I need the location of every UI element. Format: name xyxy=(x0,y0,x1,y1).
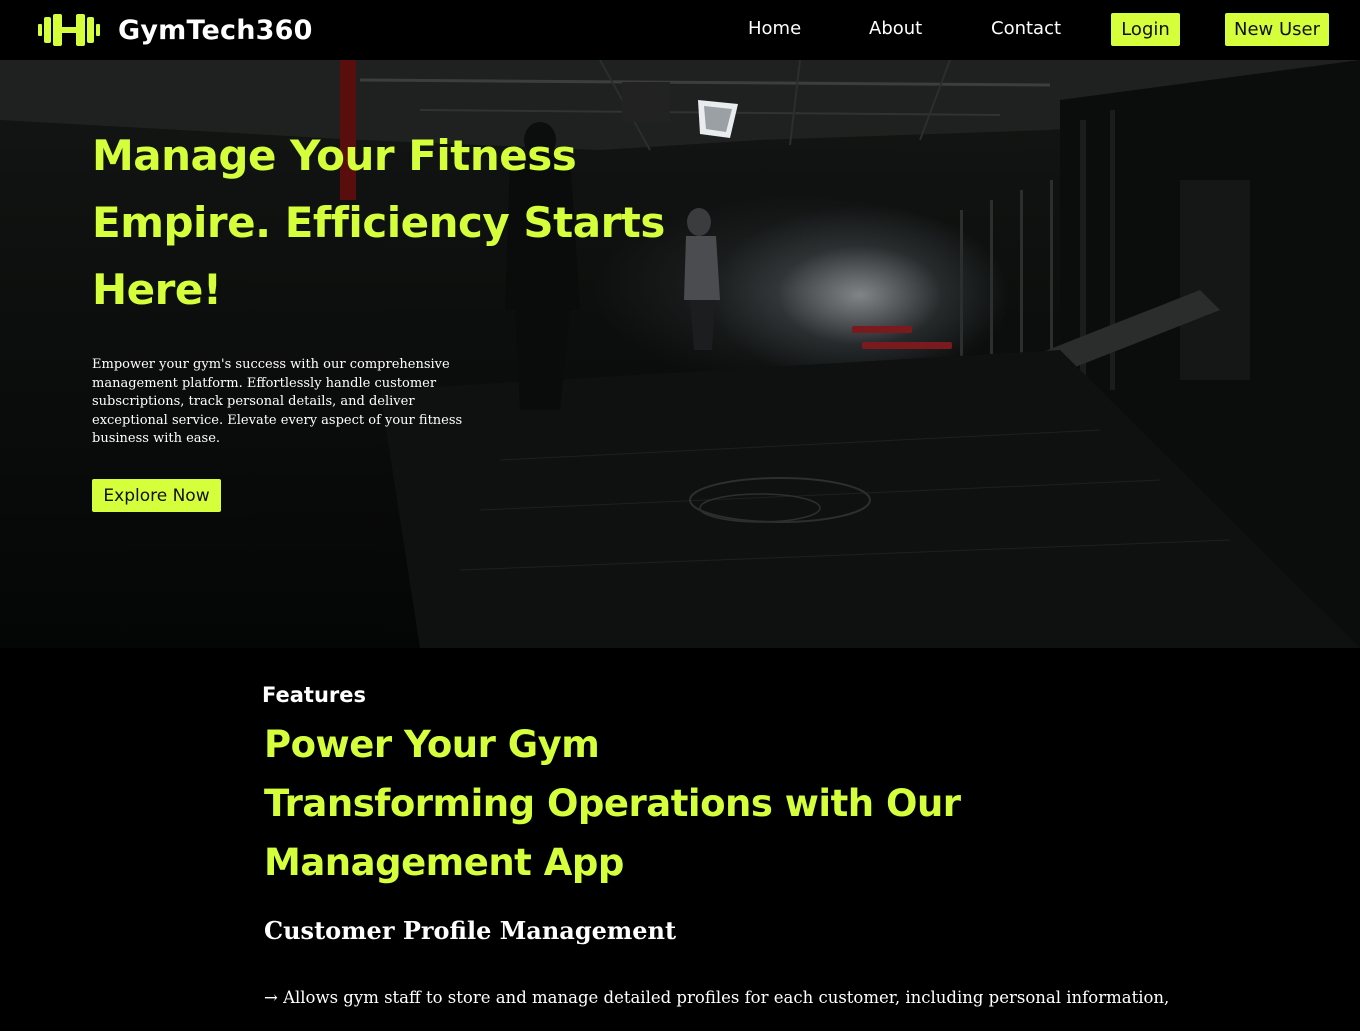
hero-title-line: Here! xyxy=(92,265,222,314)
brand[interactable]: GymTech360 xyxy=(38,12,313,48)
hero-description: Empower your gym's success with our comp… xyxy=(92,357,463,446)
hero-section: Manage Your Fitness Empire. Efficiency S… xyxy=(0,60,1360,648)
hero-title-line: Empire. Efficiency Starts xyxy=(92,198,665,247)
brand-name: GymTech360 xyxy=(118,14,313,46)
nav-link-about[interactable]: About xyxy=(869,18,922,39)
new-user-button[interactable]: New User xyxy=(1225,13,1329,46)
feature-description: → Allows gym staff to store and manage d… xyxy=(264,988,1170,1007)
features-heading-line: Transforming Operations with Our xyxy=(264,782,961,825)
explore-now-button[interactable]: Explore Now xyxy=(92,479,221,512)
nav-link-contact[interactable]: Contact xyxy=(991,18,1061,39)
hero-title-line: Manage Your Fitness xyxy=(92,131,577,180)
feature-title: Customer Profile Management xyxy=(264,916,677,945)
features-heading: Power Your Gym Transforming Operations w… xyxy=(264,715,1024,892)
dumbbell-logo-icon xyxy=(38,14,100,46)
hero-title: Manage Your Fitness Empire. Efficiency S… xyxy=(92,122,692,323)
nav-link-home[interactable]: Home xyxy=(748,18,801,39)
features-heading-line: Power Your Gym xyxy=(264,723,600,766)
features-label: Features xyxy=(262,683,366,707)
features-section: Features Power Your Gym Transforming Ope… xyxy=(0,648,1360,1031)
login-button[interactable]: Login xyxy=(1111,13,1180,46)
navbar: GymTech360 Home About Contact Login New … xyxy=(0,0,1360,60)
features-heading-line: Management App xyxy=(264,841,624,884)
